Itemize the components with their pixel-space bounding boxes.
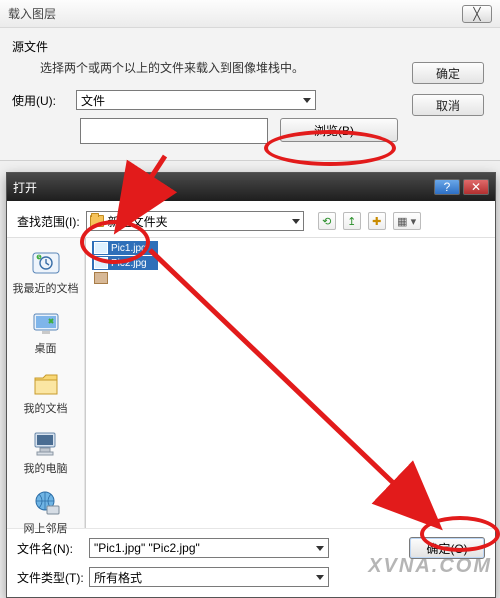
file-list-box[interactable] — [80, 118, 268, 144]
look-in-combobox[interactable]: 新建文件夹 — [86, 211, 304, 231]
chevron-down-icon — [316, 546, 324, 551]
network-icon — [29, 488, 63, 518]
up-one-level-button[interactable]: ↥ — [343, 212, 361, 230]
help-icon: ? — [444, 180, 451, 194]
computer-icon — [29, 428, 63, 458]
folder-icon — [90, 215, 104, 227]
cancel-button[interactable]: 取消 — [412, 94, 484, 116]
use-value: 文件 — [81, 92, 105, 109]
close-icon: ✕ — [471, 180, 481, 194]
filename-combobox[interactable]: "Pic1.jpg" "Pic2.jpg" — [89, 538, 329, 558]
chevron-down-icon — [316, 575, 324, 580]
look-in-label: 查找范围(I): — [17, 213, 80, 230]
view-menu-button[interactable]: ▦ ▾ — [393, 212, 421, 230]
look-in-value: 新建文件夹 — [108, 213, 168, 230]
load-layers-titlebar: 载入图层 ╳ — [0, 0, 500, 28]
filename-value: "Pic1.jpg" "Pic2.jpg" — [94, 541, 200, 555]
file-item[interactable] — [92, 271, 158, 285]
filename-label: 文件名(N): — [17, 540, 81, 557]
help-button[interactable]: ? — [434, 179, 460, 195]
open-ok-button[interactable]: 确定(O) — [409, 537, 485, 559]
place-network[interactable]: 网上邻居 — [11, 484, 81, 540]
file-list[interactable]: Pic1.jpg Pic2.jpg — [85, 238, 495, 528]
use-label: 使用(U): — [12, 92, 68, 109]
source-files-label: 源文件 — [12, 38, 488, 55]
place-recent[interactable]: 我最近的文档 — [11, 244, 81, 300]
dialog-title: 载入图层 — [8, 5, 56, 22]
image-file-icon — [94, 272, 108, 284]
filetype-value: 所有格式 — [94, 569, 142, 586]
desktop-icon — [29, 308, 63, 338]
new-folder-button[interactable]: ✚ — [368, 212, 386, 230]
open-titlebar: 打开 ? ✕ — [7, 173, 495, 201]
place-my-documents[interactable]: 我的文档 — [11, 364, 81, 420]
back-button[interactable]: ⟲ — [318, 212, 336, 230]
documents-icon — [29, 368, 63, 398]
open-title: 打开 — [13, 179, 37, 196]
place-my-computer[interactable]: 我的电脑 — [11, 424, 81, 480]
load-layers-dialog: 载入图层 ╳ 源文件 选择两个或两个以上的文件来载入到图像堆栈中。 确定 取消 … — [0, 0, 500, 161]
image-file-icon — [94, 242, 108, 254]
close-button[interactable]: ✕ — [463, 179, 489, 195]
recent-docs-icon — [29, 248, 63, 278]
image-file-icon — [94, 257, 108, 269]
close-button[interactable]: ╳ — [462, 5, 492, 23]
place-desktop[interactable]: 桌面 — [11, 304, 81, 360]
close-icon: ╳ — [473, 7, 480, 21]
use-combobox[interactable]: 文件 — [76, 90, 316, 110]
filetype-label: 文件类型(T): — [17, 569, 81, 586]
ok-button[interactable]: 确定 — [412, 62, 484, 84]
file-item-selected[interactable]: Pic2.jpg — [92, 256, 158, 270]
open-dialog: 打开 ? ✕ 查找范围(I): 新建文件夹 ⟲ ↥ ✚ ▦ ▾ 我最近的文档 — [6, 172, 496, 598]
file-item-selected[interactable]: Pic1.jpg — [92, 241, 158, 255]
filetype-combobox[interactable]: 所有格式 — [89, 567, 329, 587]
chevron-down-icon — [303, 98, 311, 103]
browse-button[interactable]: 浏览(B)... — [280, 118, 398, 142]
chevron-down-icon — [292, 219, 300, 224]
places-bar: 我最近的文档 桌面 我的文档 我的电脑 网上邻居 — [7, 238, 85, 528]
